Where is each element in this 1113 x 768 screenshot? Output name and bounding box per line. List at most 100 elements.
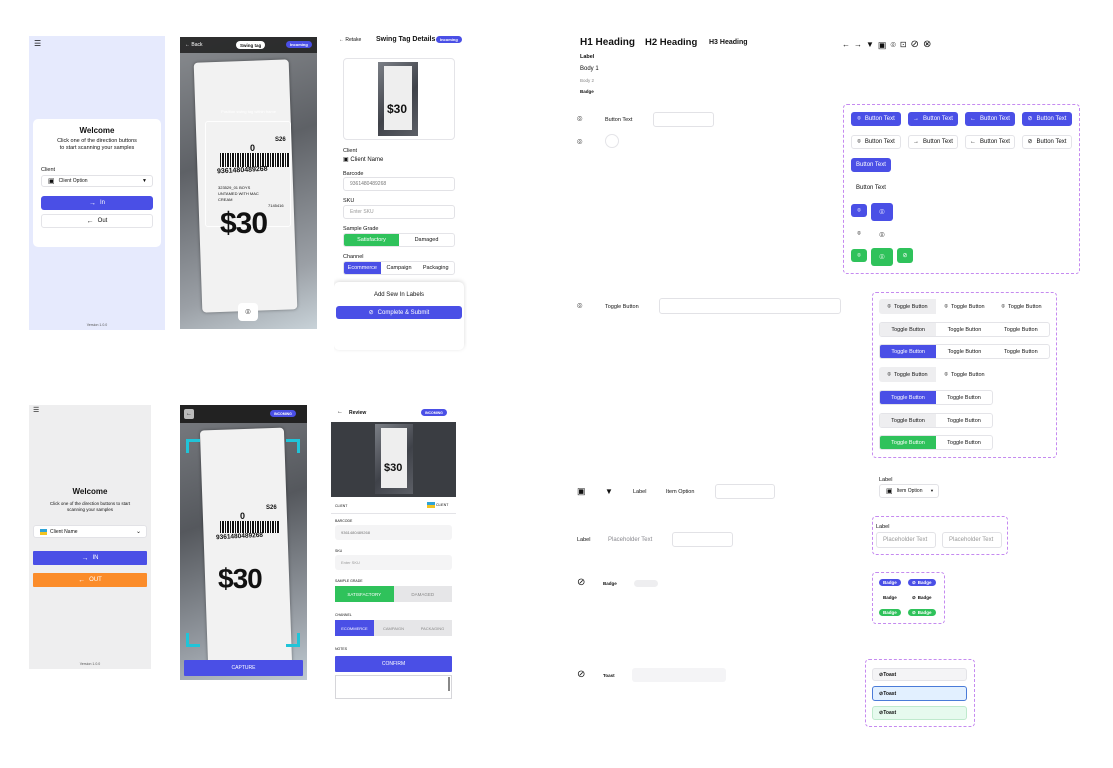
screen-title-chip: Swing tag xyxy=(236,41,266,49)
toggle-2[interactable]: Toggle Button xyxy=(936,345,992,358)
button-label: Button Text xyxy=(1036,139,1067,145)
button-label: Button Text xyxy=(923,139,953,145)
toggle-1[interactable]: Toggle Button xyxy=(880,414,936,427)
icon-button-ghost-large[interactable]: ⌾ xyxy=(871,226,893,244)
out-button[interactable]: ← OUT xyxy=(33,573,147,587)
input-demo-2[interactable]: Placeholder Text xyxy=(942,532,1002,548)
toggle-1[interactable]: Toggle Button xyxy=(880,345,937,358)
toggle-3[interactable]: Toggle Button xyxy=(993,345,1049,358)
add-sew-in-labels-button[interactable]: Add Sew In Labels xyxy=(336,288,462,301)
capture-button[interactable]: CAPTURE xyxy=(184,660,303,676)
menu-icon[interactable]: ☰ xyxy=(33,406,39,414)
arrow-left-icon: ← xyxy=(78,576,86,584)
in-button-label: IN xyxy=(92,555,99,561)
input-field[interactable] xyxy=(672,532,733,547)
toggle-2[interactable]: Toggle Button xyxy=(936,414,992,427)
corner-bottom-left xyxy=(186,633,200,647)
notes-textarea[interactable] xyxy=(335,675,452,699)
check-circle-icon: ⊘ xyxy=(912,579,916,585)
camera-icon: ⌾ xyxy=(577,137,583,147)
icon-button-large[interactable]: ⌾ xyxy=(871,203,893,221)
in-button[interactable]: → In xyxy=(41,196,153,210)
chevron-down-icon: ⌄ xyxy=(135,528,141,535)
welcome-title: Welcome xyxy=(79,126,115,135)
toggle-3[interactable]: Toggle Button xyxy=(993,323,1049,336)
dropdown-field[interactable] xyxy=(715,484,775,499)
button-check-outline[interactable]: ⊘ Button Text xyxy=(1022,135,1072,149)
icon-button-green-large[interactable]: ⌾ xyxy=(871,248,893,266)
channel-ecommerce[interactable]: ECOMMERCE xyxy=(335,620,374,636)
icon-button-small[interactable]: ⌾ xyxy=(851,204,867,217)
channel-label: CHANNEL xyxy=(335,613,352,617)
channel-campaign[interactable]: Campaign xyxy=(381,262,418,274)
toggle-1[interactable]: Toggle Button xyxy=(880,436,936,449)
button-text-label: Button Text xyxy=(605,117,633,123)
capture-button[interactable]: ⌾ xyxy=(238,303,258,321)
caret-down-icon: ▼ xyxy=(142,177,147,184)
grade-label: SAMPLE GRADE xyxy=(335,579,363,583)
client-select[interactable]: Client Name ⌄ xyxy=(33,525,147,538)
toggle-group-blue: Toggle Button Toggle Button Toggle Butto… xyxy=(879,344,1050,359)
toggle-icon-2[interactable]: ⌾ Toggle Button xyxy=(936,367,993,382)
button-arrow-left[interactable]: ← Button Text xyxy=(965,112,1015,126)
button-check[interactable]: ⊘ Button Text xyxy=(1022,112,1072,126)
button-camera[interactable]: ⌾ Button Text xyxy=(851,112,901,126)
channel-packaging[interactable]: Packaging xyxy=(417,262,454,274)
button-arrow-right-outline[interactable]: → Button Text xyxy=(908,135,958,149)
icon-button-ghost-small[interactable]: ⌾ xyxy=(851,227,867,240)
client-select[interactable]: ▣ Client Option ▼ xyxy=(41,175,153,187)
toggle-2[interactable]: Toggle Button xyxy=(936,436,992,449)
grade-satisfactory[interactable]: SATISFACTORY xyxy=(335,586,394,602)
channel-campaign[interactable]: CAMPAIGN xyxy=(374,620,413,636)
caret-down-icon: ▼ xyxy=(605,487,613,496)
out-button[interactable]: ← Out xyxy=(41,214,153,228)
input-demo-label: Label xyxy=(876,524,890,530)
toggle-icon-2[interactable]: ⌾ Toggle Button xyxy=(936,299,993,314)
button-text-only[interactable]: Button Text xyxy=(851,158,891,172)
button-arrow-left-outline[interactable]: ← Button Text xyxy=(965,135,1015,149)
toggle-2[interactable]: Toggle Button xyxy=(936,391,992,404)
toggle-2[interactable]: Toggle Button xyxy=(936,323,992,336)
confirm-button[interactable]: CONFIRM xyxy=(335,656,452,672)
tag-price: $30 xyxy=(218,563,263,594)
complete-submit-button[interactable]: ⊘ Complete & Submit xyxy=(336,306,462,319)
back-button[interactable]: ← Back xyxy=(185,42,203,48)
arrow-right-icon: → xyxy=(81,554,89,562)
barcode-field[interactable]: 9361480489268 xyxy=(335,525,452,540)
dropdown-demo[interactable]: ▣ Item Option ▼ xyxy=(879,484,939,498)
toggle-icon-3[interactable]: ⌾ Toggle Button xyxy=(993,299,1050,314)
channel-packaging[interactable]: PACKAGING xyxy=(413,620,452,636)
button-text-ghost[interactable]: Button Text xyxy=(851,181,891,195)
barcode-field[interactable]: 9361480489268 xyxy=(343,177,455,191)
button-camera-outline[interactable]: ⌾ Button Text xyxy=(851,135,901,149)
toggle-pair-green: Toggle Button Toggle Button xyxy=(879,435,993,450)
toggle-1[interactable]: Toggle Button xyxy=(880,323,937,336)
tag-size: 0 xyxy=(240,511,246,521)
badge-green: Badge xyxy=(879,609,901,616)
retake-button[interactable]: ← Retake xyxy=(339,37,361,43)
toggle-icon-1[interactable]: ⌾ Toggle Button xyxy=(879,367,936,382)
grade-satisfactory[interactable]: Satisfactory xyxy=(344,234,399,246)
button-arrow-right[interactable]: → Button Text xyxy=(908,112,958,126)
input-demo-1[interactable]: Placeholder Text xyxy=(876,532,936,548)
tag-code: S26 xyxy=(266,505,277,511)
icon-button-green-check[interactable]: ⊘ xyxy=(897,248,913,263)
toggle-icon-1[interactable]: ⌾ Toggle Button xyxy=(879,299,936,314)
button-text-field[interactable] xyxy=(653,112,714,127)
back-button[interactable]: ← xyxy=(184,409,194,419)
sku-input[interactable]: Enter SKU xyxy=(335,555,452,570)
client-label: CLIENT xyxy=(335,504,348,508)
menu-icon[interactable]: ☰ xyxy=(34,39,41,48)
grade-damaged[interactable]: Damaged xyxy=(399,234,454,246)
toggle-button-field[interactable] xyxy=(659,298,841,314)
grade-damaged[interactable]: DAMAGED xyxy=(393,586,452,602)
scrollbar[interactable] xyxy=(448,677,450,691)
sku-input[interactable]: Enter SKU xyxy=(343,205,455,219)
icon-button-green-small[interactable]: ⌾ xyxy=(851,249,867,262)
toast-label: Toast xyxy=(883,710,897,716)
in-button[interactable]: → IN xyxy=(33,551,147,565)
channel-ecommerce[interactable]: Ecommerce xyxy=(344,262,381,274)
radio-circle[interactable] xyxy=(605,134,619,148)
back-icon[interactable]: ← xyxy=(337,409,343,415)
toggle-1[interactable]: Toggle Button xyxy=(880,391,936,404)
